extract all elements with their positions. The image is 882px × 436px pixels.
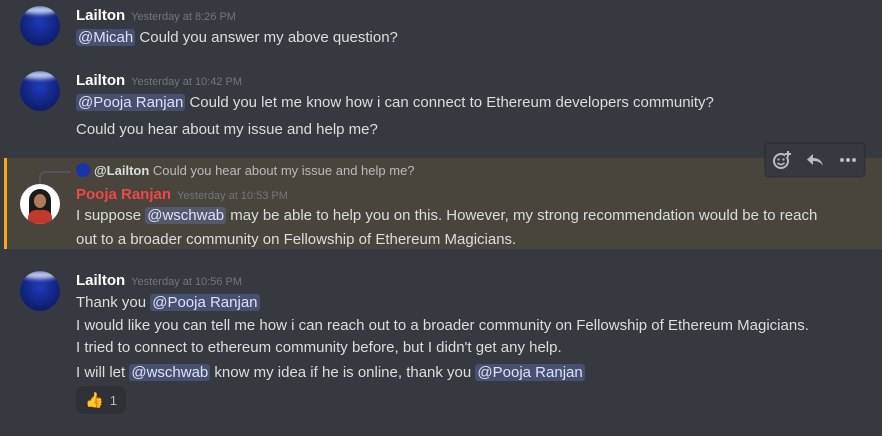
avatar[interactable] — [20, 71, 60, 111]
username[interactable]: Pooja Ranjan — [76, 186, 171, 203]
message-text: Could you answer my above question? — [135, 29, 398, 46]
reaction-thumbs-up[interactable]: 👍 1 — [76, 386, 126, 414]
avatar[interactable] — [20, 271, 60, 311]
message-text: Could you hear about my issue and help m… — [76, 121, 378, 138]
message-text: out to a broader community on Fellowship… — [76, 231, 517, 248]
message-text: Could you let me know how i can connect … — [185, 94, 714, 111]
message-text: I will let — [76, 364, 130, 381]
more-icon[interactable] — [834, 146, 862, 174]
reaction-count: 1 — [109, 392, 117, 408]
message-header: Lailton Yesterday at 10:56 PM — [76, 272, 242, 290]
user-mention[interactable]: @Pooja Ranjan — [150, 294, 260, 311]
avatar-dress — [28, 210, 52, 224]
timestamp: Yesterday at 10:53 PM — [177, 190, 288, 202]
reply-text: Could you hear about my issue and help m… — [152, 163, 415, 178]
reply-preview[interactable]: @Lailton Could you hear about my issue a… — [76, 163, 415, 178]
add-reaction-icon[interactable] — [768, 146, 796, 174]
message-content: I will let @wschwab know my idea if he i… — [76, 364, 585, 381]
username[interactable]: Lailton — [76, 7, 125, 24]
user-mention[interactable]: @wschwab — [129, 364, 211, 381]
message-content: @Micah Could you answer my above questio… — [76, 29, 398, 46]
message-content: I suppose @wschwab may be able to help y… — [76, 207, 817, 224]
timestamp: Yesterday at 8:26 PM — [131, 11, 236, 23]
message-text: I tried to connect to ethereum community… — [76, 339, 562, 356]
message-text: I would like you can tell me how i can r… — [76, 317, 809, 334]
username[interactable]: Lailton — [76, 272, 125, 289]
message-content: @Pooja Ranjan Could you let me know how … — [76, 94, 714, 111]
timestamp: Yesterday at 10:56 PM — [131, 276, 243, 288]
message-text: Thank you — [76, 294, 151, 311]
avatar[interactable] — [20, 6, 60, 46]
username[interactable]: Lailton — [76, 72, 125, 89]
message-header: Lailton Yesterday at 8:26 PM — [76, 7, 236, 25]
message-text: I suppose — [76, 207, 146, 224]
message-header: Lailton Yesterday at 10:42 PM — [76, 72, 242, 90]
message-content: Thank you @Pooja Ranjan — [76, 294, 260, 311]
user-mention[interactable]: @wschwab — [145, 207, 227, 224]
avatar-face — [34, 194, 46, 208]
user-mention[interactable]: @Pooja Ranjan — [76, 94, 186, 111]
reply-connector — [39, 171, 71, 185]
message-text: may be able to help you on this. However… — [226, 207, 818, 224]
message-actions-toolbar — [765, 143, 865, 177]
user-mention[interactable]: @Micah — [76, 29, 136, 46]
user-mention[interactable]: @Pooja Ranjan — [475, 364, 585, 381]
reply-author[interactable]: @Lailton — [94, 163, 149, 178]
timestamp: Yesterday at 10:42 PM — [131, 76, 243, 88]
reply-avatar — [76, 163, 90, 177]
avatar[interactable] — [20, 184, 60, 224]
message-text: know my idea if he is online, thank you — [210, 364, 476, 381]
thumbs-up-icon: 👍 — [85, 392, 104, 409]
message-header: Pooja Ranjan Yesterday at 10:53 PM — [76, 186, 288, 204]
reply-icon[interactable] — [801, 146, 829, 174]
